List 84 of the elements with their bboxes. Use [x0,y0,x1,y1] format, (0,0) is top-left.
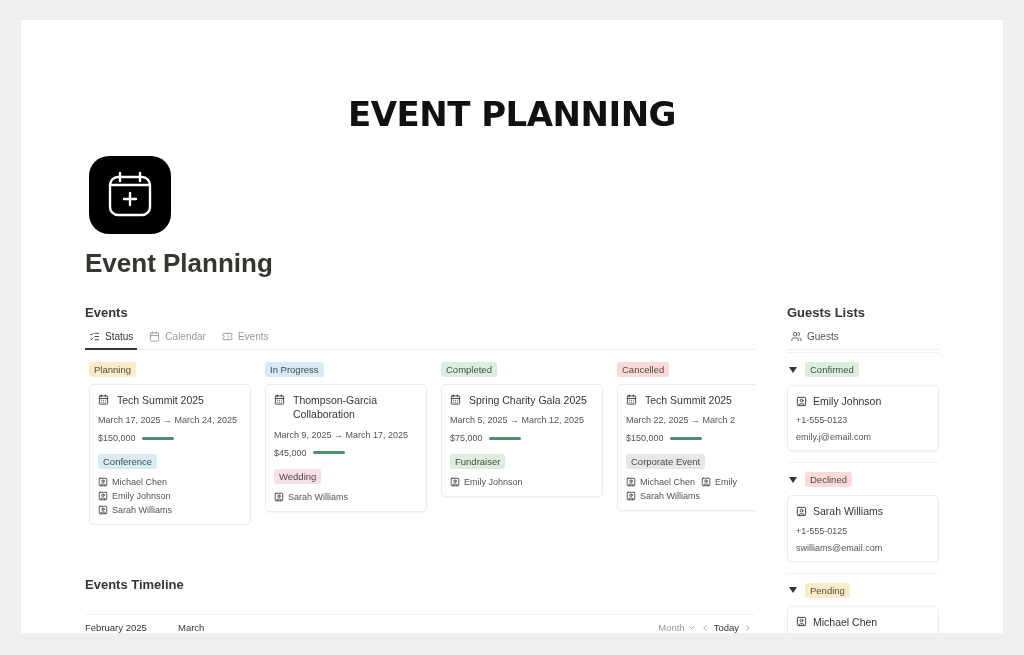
budget-bar [669,436,702,440]
calendar-icon [98,394,109,406]
status-tag: Cancelled [617,362,670,378]
calendar-plus-icon [89,156,171,235]
view-tab[interactable]: Guests [787,326,843,351]
ticket-icon [221,331,233,343]
calendar-icon [626,394,637,406]
event-title: Thompson-Garcia Collaboration [293,393,379,422]
status-tag: Pending [805,582,850,598]
guest-email: emily.j@email.com [796,432,872,443]
person-icon [98,491,108,502]
guest-phone: +1-555-0125 [796,525,849,536]
person-name: Emily Johnson [464,477,523,488]
budget-bar [312,451,345,455]
page-banner-title: EVENT PLANNING [347,94,677,134]
guest-email: swilliams@email.com [796,542,884,553]
guest-card[interactable]: Emily Johnson +1-555-0123 emily.j@email.com [787,385,939,452]
person-name: Michael Chen [640,477,696,488]
guest-card[interactable]: Sarah Williams +1-555-0125 swilliams@email.com [787,495,939,562]
today-button[interactable]: Today [711,622,741,633]
calendar-icon [149,331,161,343]
page-title: Event Planning [85,248,273,280]
status-tag: Planning [89,362,136,378]
category-tag: Corporate Event [626,454,706,470]
person-icon [796,395,807,407]
person-icon [98,505,108,516]
person-name: Sarah Williams [640,491,700,502]
budget-bar [488,436,521,440]
person-icon [796,506,807,517]
budget-amount: $150,000 [98,433,136,444]
event-title: Tech Summit 2025 [645,393,732,408]
collapse-toggle-icon[interactable] [789,365,797,374]
users-icon [791,331,802,343]
person-icon [796,616,807,628]
guest-card[interactable]: Michael Chen [787,605,939,633]
section-heading: Events Timeline [85,577,185,592]
person-name: Sarah Williams [112,505,172,516]
chevron-down-icon [686,623,696,632]
event-card[interactable]: Thompson-Garcia Collaboration March 9, 2025 → March 17, 2025 $45,000 Wedding Sarah Williams [265,384,427,512]
person-name: Michael Chen [112,477,168,488]
collapse-toggle-icon[interactable] [789,475,797,484]
status-tag: Confirmed [805,362,859,378]
event-card[interactable]: Tech Summit 2025 March 22, 2025 → March 2 $150,000 Corporate Event Michael Chen Emily Sarah Williams [617,384,755,512]
collapse-toggle-icon[interactable] [789,586,797,595]
event-title: Spring Charity Gala 2025 [469,393,587,408]
budget-amount: $75,000 [450,433,483,444]
calendar-icon [274,394,285,406]
status-tag: In Progress [265,362,324,378]
guest-name: Sarah Williams [813,504,883,519]
budget-amount: $150,000 [626,433,664,444]
person-icon [626,477,636,488]
status-tag: Completed [441,362,497,378]
category-tag: Wedding [274,468,322,484]
calendar-icon [450,394,461,406]
person-name: Emily Johnson [112,491,171,502]
status-tag: Declined [805,472,852,488]
guest-name: Michael Chen [813,614,878,629]
person-name: Sarah Williams [288,491,348,502]
guest-name: Emily Johnson [813,394,882,409]
person-icon [274,491,284,502]
event-card[interactable]: Tech Summit 2025 March 17, 2025 → March 24, 2025 $150,000 Conference Michael Chen Emily Johnson Sarah Williams [89,384,251,526]
month-label: February 2025 [85,622,148,633]
budget-amount: $45,000 [274,447,307,458]
event-dates: March 9, 2025 → March 17, 2025 [274,429,410,440]
event-dates: March 17, 2025 → March 24, 2025 [98,415,239,426]
section-heading: Guests Lists [787,305,866,321]
event-dates: March 5, 2025 → March 12, 2025 [450,415,586,426]
category-tag: Conference [98,454,158,470]
view-tab[interactable]: Status [85,326,138,351]
checklist-icon [89,331,100,343]
person-name: Emily [715,477,738,488]
section-heading: Events [85,305,128,321]
event-dates: March 22, 2025 → March 2 [626,415,737,426]
guest-phone: +1-555-0123 [796,415,849,426]
category-tag: Fundraiser [450,454,506,470]
person-icon [626,491,636,502]
person-icon [98,477,108,488]
event-title: Tech Summit 2025 [117,393,204,408]
person-icon [450,477,460,488]
chevron-right-icon [743,622,753,633]
month-label: March [178,622,206,633]
event-card[interactable]: Spring Charity Gala 2025 March 5, 2025 → March 12, 2025 $75,000 Fundraiser Emily Johnson [441,384,603,498]
budget-bar [141,436,174,440]
person-icon [701,477,712,488]
